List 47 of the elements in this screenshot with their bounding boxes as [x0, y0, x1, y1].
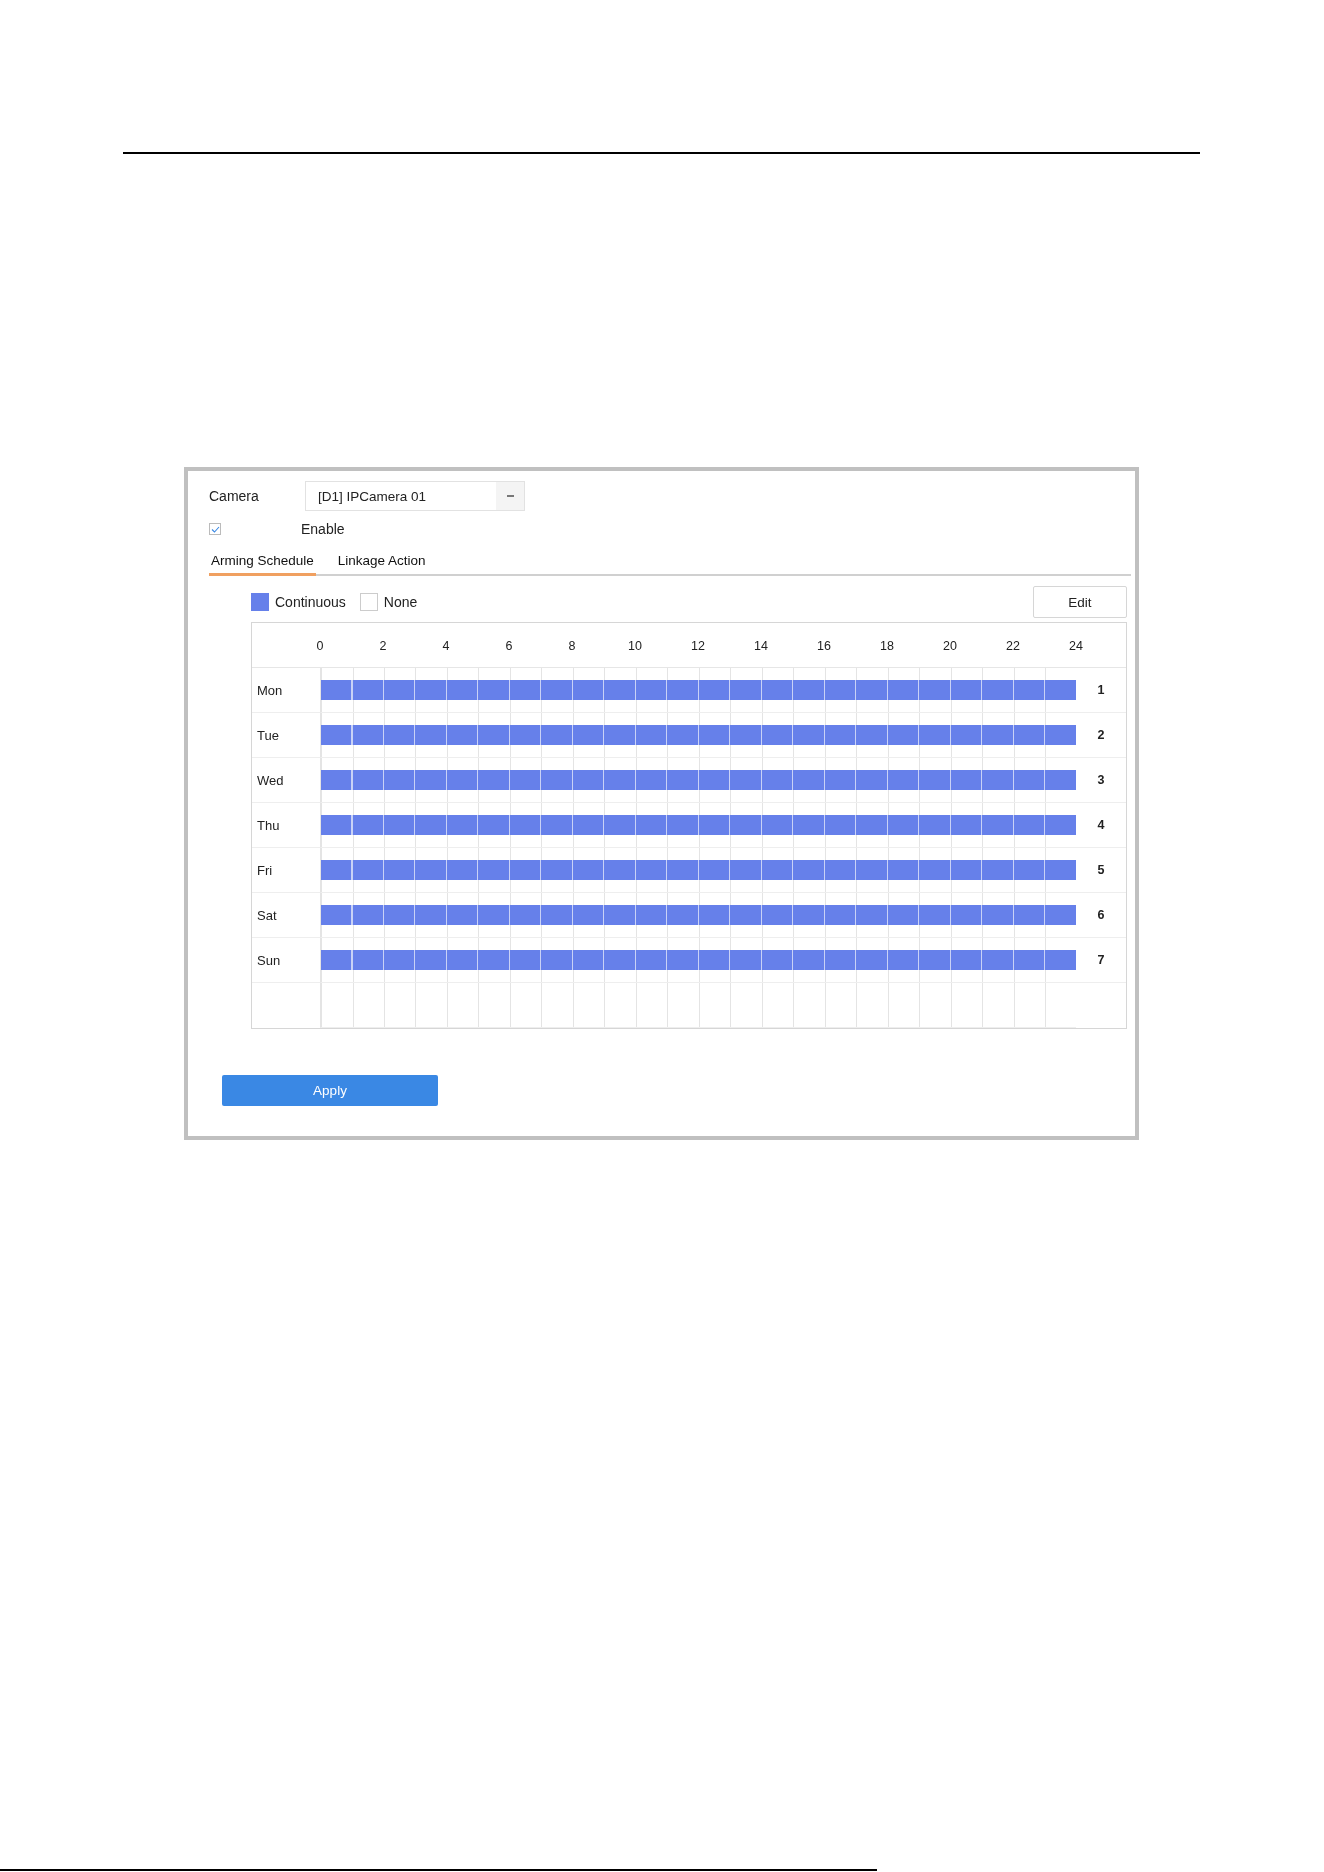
legend-swatch[interactable] [359, 593, 378, 611]
enable-checkbox[interactable] [209, 523, 221, 535]
day-number: 7 [1076, 938, 1126, 983]
legend-label: None [383, 594, 418, 610]
schedule-bar[interactable] [321, 680, 1076, 700]
day-label: Thu [252, 803, 320, 848]
hour-label: 20 [943, 639, 957, 653]
day-number: 4 [1076, 803, 1126, 848]
hour-label: 14 [754, 639, 768, 653]
hour-label: 10 [628, 639, 642, 653]
day-label: Fri [252, 848, 320, 893]
day-label: Sun [252, 938, 320, 983]
hour-label: 24 [1069, 639, 1083, 653]
tab[interactable]: Linkage Action [335, 549, 428, 576]
hour-label: 0 [316, 639, 324, 653]
day-number: 3 [1076, 758, 1126, 803]
day-label: Tue [252, 713, 320, 758]
hour-label: 8 [568, 639, 576, 653]
hour-label: 16 [817, 639, 831, 653]
hour-label: 6 [505, 639, 513, 653]
schedule-bar[interactable] [321, 770, 1076, 790]
day-label: Mon [252, 668, 320, 713]
apply-button[interactable]: Apply [222, 1075, 438, 1106]
hour-label: 18 [880, 639, 894, 653]
enable-label: Enable [301, 521, 345, 537]
hour-label: 12 [691, 639, 705, 653]
hour-label: 2 [379, 639, 387, 653]
legend-swatch[interactable] [251, 593, 269, 611]
schedule-bar[interactable] [321, 725, 1076, 745]
hour-label: 22 [1006, 639, 1020, 653]
legend-label: Continuous [275, 594, 346, 610]
day-label: Sat [252, 893, 320, 938]
tab[interactable]: Arming Schedule [209, 549, 316, 576]
day-number: 1 [1076, 668, 1126, 713]
camera-dropdown[interactable]: [D1] IPCamera 01 [305, 481, 525, 511]
schedule-bar[interactable] [321, 905, 1076, 925]
caret-icon [506, 494, 514, 498]
hour-label: 4 [442, 639, 450, 653]
schedule-bar[interactable] [321, 860, 1076, 880]
day-number: 5 [1076, 848, 1126, 893]
camera-label: Camera [209, 488, 260, 504]
day-number: 2 [1076, 713, 1126, 758]
schedule-bar[interactable] [321, 950, 1076, 970]
day-label: Wed [252, 758, 320, 803]
day-number: 6 [1076, 893, 1126, 938]
edit-button[interactable]: Edit [1033, 586, 1127, 618]
schedule-bar[interactable] [321, 815, 1076, 835]
